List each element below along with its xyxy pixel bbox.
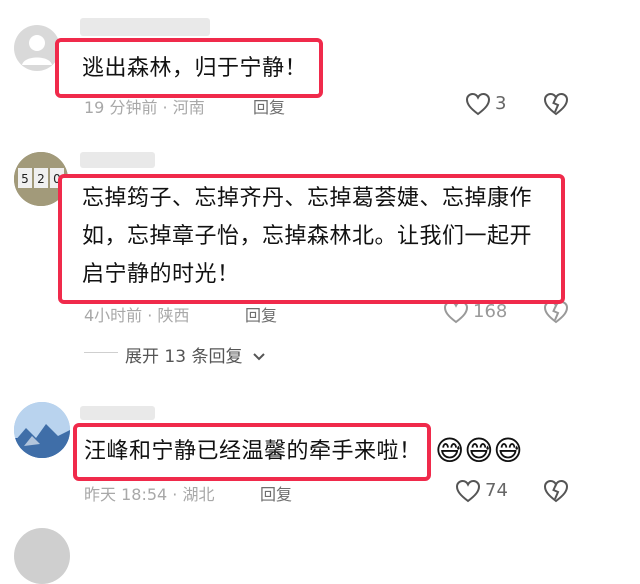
reply-button[interactable]: 回复 — [245, 302, 277, 326]
avatar[interactable] — [14, 25, 60, 71]
comment-text-line: 启宁静的时光！ — [82, 262, 240, 287]
heart-icon[interactable] — [465, 92, 491, 116]
svg-text:5: 5 — [21, 172, 29, 186]
comment-text: 逃出森林，归于宁静！ — [82, 56, 308, 81]
comment-text: 汪峰和宁静已经温馨的牵手来啦！ — [84, 439, 422, 464]
expand-replies-button[interactable]: 展开 13 条回复 — [125, 342, 266, 367]
comment-meta: 19 分钟前 · 河南 — [84, 98, 205, 117]
avatar[interactable] — [14, 402, 70, 458]
avatar[interactable] — [14, 528, 70, 584]
like-count: 168 — [473, 301, 508, 322]
heart-icon[interactable] — [455, 479, 481, 503]
username[interactable] — [80, 18, 210, 36]
comment-meta: 4小时前 · 陕西 — [84, 306, 190, 325]
reply-button[interactable]: 回复 — [260, 481, 292, 505]
default-avatar-icon — [22, 35, 52, 65]
watermark: 搜狐号@在八月的时光 — [470, 10, 621, 28]
like-count: 3 — [495, 93, 507, 114]
like-count: 74 — [485, 480, 508, 501]
username[interactable] — [80, 406, 155, 420]
username[interactable] — [80, 152, 155, 168]
chevron-down-icon — [252, 352, 266, 362]
reply-button[interactable]: 回复 — [253, 94, 285, 118]
sweat-smile-emoji-icons: 😅😅😅 — [435, 434, 523, 467]
comment-text-line: 如，忘掉章子怡，忘掉森林北。让我们一起开 — [82, 224, 533, 249]
svg-text:2: 2 — [37, 172, 45, 186]
comment-text-line: 忘掉筠子、忘掉齐丹、忘掉葛荟婕、忘掉康作 — [82, 186, 533, 211]
landscape-avatar-icon — [14, 402, 70, 458]
expand-replies-label: 展开 13 条回复 — [125, 347, 243, 367]
dislike-icon[interactable] — [543, 479, 569, 503]
comment-meta: 昨天 18:54 · 湖北 — [84, 485, 215, 504]
dislike-icon[interactable] — [543, 92, 569, 116]
expand-replies-divider — [84, 352, 118, 353]
